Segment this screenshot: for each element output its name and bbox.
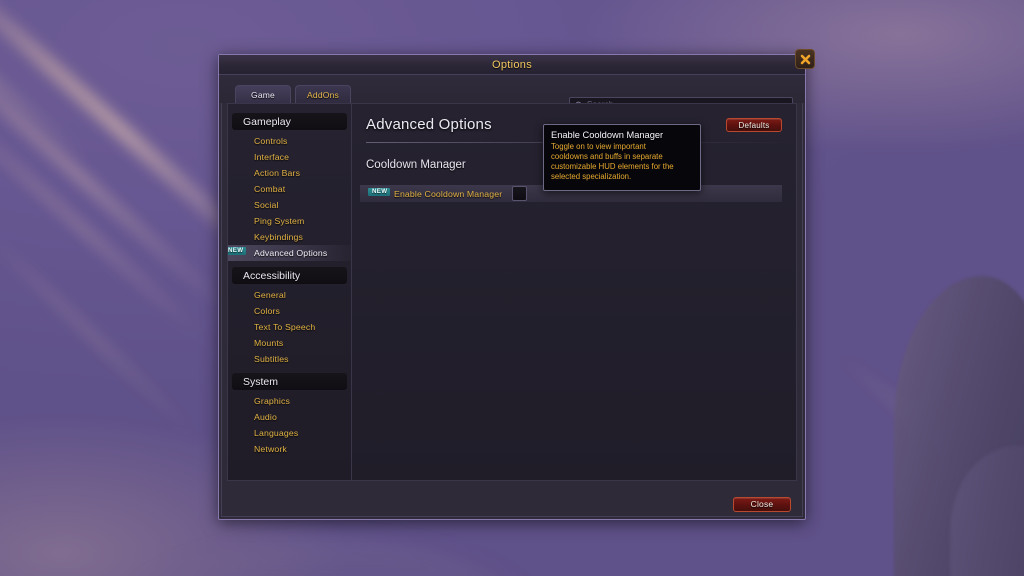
sidebar-item-label: General: [254, 290, 286, 300]
sidebar-item-label: Controls: [254, 136, 288, 146]
title-bar: Options: [219, 49, 815, 75]
sidebar-nav: Gameplay Controls Interface Action Bars …: [227, 103, 351, 481]
sidebar-item-colors[interactable]: Colors: [228, 303, 351, 319]
sidebar-item-ping-system[interactable]: Ping System: [228, 213, 351, 229]
sidebar-item-label: Action Bars: [254, 168, 301, 178]
options-window: Options Game AddOns Search: [218, 49, 815, 520]
sidebar-item-label: Languages: [254, 428, 299, 438]
tooltip-line: Toggle on to view important: [551, 142, 646, 151]
sidebar-item-keybindings[interactable]: Keybindings: [228, 229, 351, 245]
sidebar-item-label: Network: [254, 444, 287, 454]
sidebar-item-label: Subtitles: [254, 354, 289, 364]
sidebar-item-mounts[interactable]: Mounts: [228, 335, 351, 351]
nav-group-header-gameplay[interactable]: Gameplay: [232, 113, 347, 130]
tooltip-line: customizable HUD elements for the: [551, 162, 674, 172]
nav-group-header-system[interactable]: System: [232, 373, 347, 390]
nav-group-gameplay: Gameplay Controls Interface Action Bars …: [228, 113, 351, 261]
sidebar-item-subtitles[interactable]: Subtitles: [228, 351, 351, 367]
nav-group-header-accessibility[interactable]: Accessibility: [232, 267, 347, 284]
tooltip-line: cooldowns and buffs in separate: [551, 152, 663, 162]
sidebar-item-text-to-speech[interactable]: Text To Speech: [228, 319, 351, 335]
sidebar-item-label: Mounts: [254, 338, 284, 348]
tooltip-title: Enable Cooldown Manager: [551, 130, 664, 140]
new-badge: NEW: [368, 188, 391, 197]
sidebar-item-label: Advanced Options: [254, 248, 328, 258]
sidebar-item-languages[interactable]: Languages: [228, 425, 351, 441]
nav-group-accessibility: Accessibility General Colors Text To Spe…: [228, 267, 351, 367]
enable-cooldown-manager-checkbox[interactable]: [512, 186, 527, 201]
sidebar-item-label: Ping System: [254, 216, 305, 226]
sidebar-item-label: Combat: [254, 184, 286, 194]
sidebar-item-action-bars[interactable]: Action Bars: [228, 165, 351, 181]
sidebar-item-graphics[interactable]: Graphics: [228, 393, 351, 409]
window-footer: Close: [219, 489, 805, 519]
sidebar-item-social[interactable]: Social: [228, 197, 351, 213]
sidebar-item-label: Colors: [254, 306, 281, 316]
window-title: Options: [491, 58, 532, 71]
tab-game[interactable]: Game: [235, 85, 291, 104]
tooltip-line: selected specialization.: [551, 172, 632, 182]
game-background: Options Game AddOns Search: [0, 0, 1024, 576]
defaults-button[interactable]: Defaults: [726, 118, 782, 132]
new-badge: NEW: [228, 247, 247, 256]
sidebar-item-label: Graphics: [254, 396, 290, 406]
nav-group-system: System Graphics Audio Languages Network: [228, 373, 351, 457]
window-body: Gameplay Controls Interface Action Bars …: [219, 103, 805, 489]
sidebar-item-label: Audio: [254, 412, 277, 422]
sidebar-item-label: Social: [254, 200, 279, 210]
sidebar-item-network[interactable]: Network: [228, 441, 351, 457]
sidebar-item-combat[interactable]: Combat: [228, 181, 351, 197]
sidebar-item-label: Keybindings: [254, 232, 303, 242]
close-x-icon[interactable]: [795, 49, 815, 69]
tooltip-body: Toggle on to view important cooldowns an…: [551, 142, 693, 183]
tab-strip: Game AddOns Search: [219, 75, 805, 112]
tooltip: Enable Cooldown Manager Toggle on to vie…: [543, 124, 701, 191]
sidebar-item-general[interactable]: General: [228, 287, 351, 303]
tab-addons[interactable]: AddOns: [295, 85, 351, 104]
sidebar-item-advanced-options[interactable]: NEW Advanced Options: [228, 245, 351, 261]
option-label: Enable Cooldown Manager: [394, 188, 503, 199]
sidebar-item-label: Interface: [254, 152, 290, 162]
sidebar-item-label: Text To Speech: [254, 322, 316, 332]
sidebar-item-interface[interactable]: Interface: [228, 149, 351, 165]
sidebar-item-controls[interactable]: Controls: [228, 133, 351, 149]
close-button[interactable]: Close: [733, 496, 791, 512]
sidebar-item-audio[interactable]: Audio: [228, 409, 351, 425]
